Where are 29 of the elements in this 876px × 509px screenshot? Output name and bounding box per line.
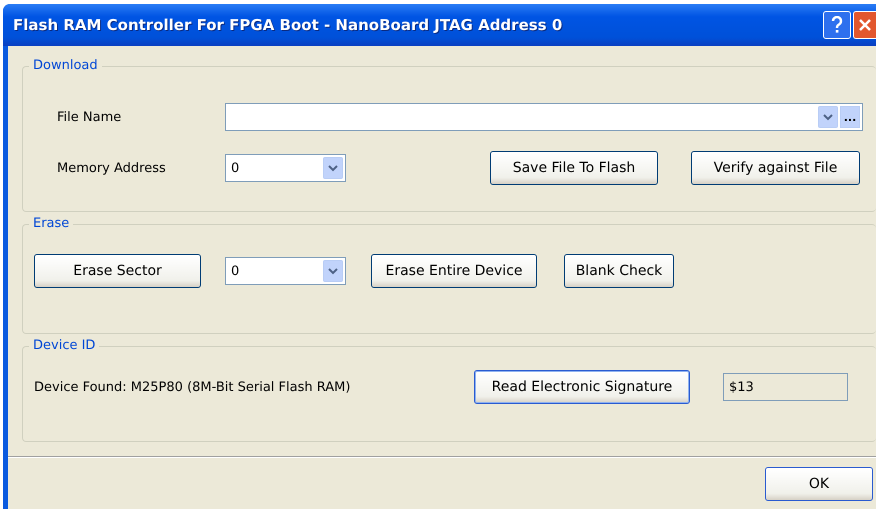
field-label: Memory Address [57,160,167,176]
window-title: Flash RAM Controller For FPGA Boot - NanoBoard JTAG Address 0 [13,16,564,34]
help-icon [831,16,843,34]
dropdown-button[interactable] [323,157,343,179]
close-button[interactable] [853,11,876,39]
blank-check-button[interactable]: Blank Check [564,254,674,288]
erase-device-button[interactable]: Erase Entire Device [371,254,537,288]
chevron-down-icon [823,114,833,120]
erase-sector-button[interactable]: Erase Sector [34,254,201,288]
combo-value: 0 [231,264,240,278]
device-found-text: Device Found: M25P80 (8M-Bit Serial Flash RAM) [34,380,352,394]
chevron-down-icon [328,268,338,274]
read-signature-button[interactable]: Read Electronic Signature [474,370,690,404]
combo-value: 0 [231,160,240,176]
help-button[interactable] [823,11,851,39]
verify-button[interactable]: Verify against File [691,151,860,185]
signature-value: $13 [729,380,755,394]
dropdown-button[interactable] [323,260,343,282]
field-label: File Name [57,110,122,124]
browse-button[interactable]: ... [840,106,860,128]
ok-button[interactable]: OK [765,466,873,500]
memory-address-combo[interactable]: 0 [225,154,346,182]
file-name-field[interactable]: ... [225,103,863,131]
dropdown-button[interactable] [818,106,838,128]
sector-combo[interactable]: 0 [225,257,346,285]
save-file-button[interactable]: Save File To Flash [490,151,658,185]
signature-field[interactable]: $13 [723,373,848,401]
chevron-down-icon [328,164,338,172]
close-icon [858,18,872,32]
